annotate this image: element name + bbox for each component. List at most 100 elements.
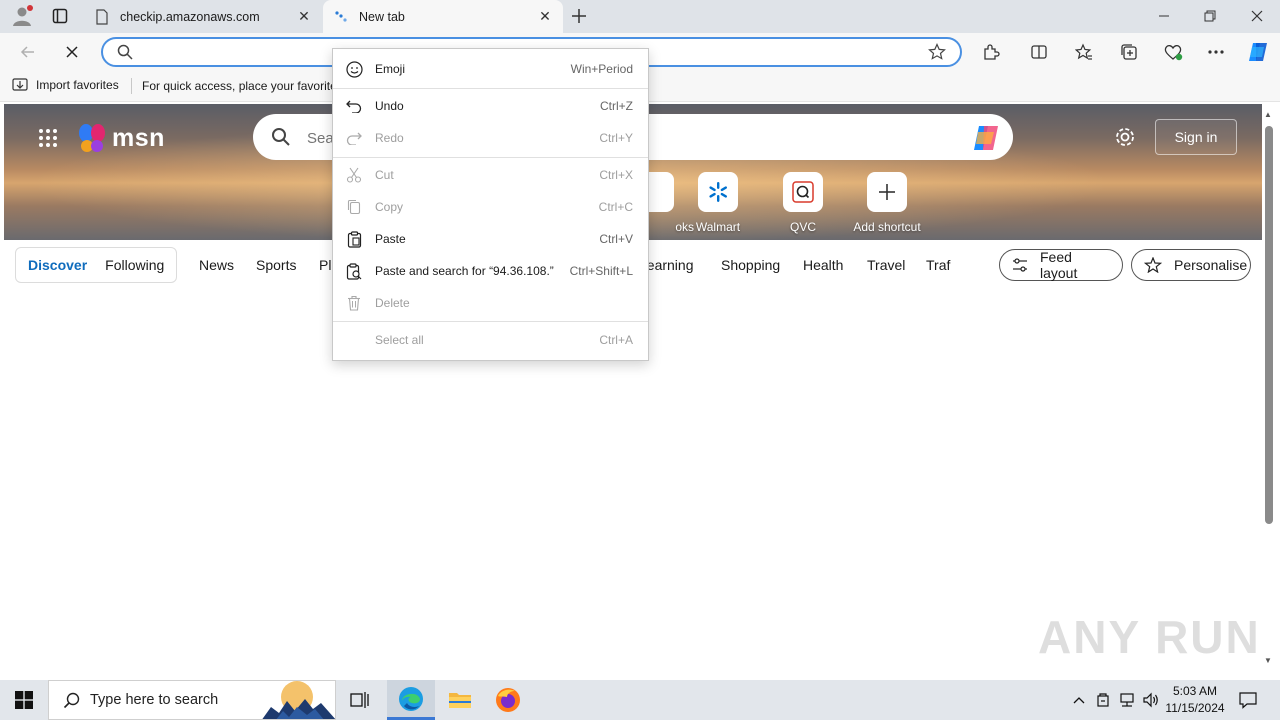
- search-icon: [271, 127, 291, 150]
- close-tab-icon[interactable]: ✕: [537, 8, 553, 25]
- category-news[interactable]: News: [199, 257, 234, 273]
- paste-icon: [345, 230, 363, 248]
- browser-essentials-icon[interactable]: [1158, 37, 1188, 67]
- folder-icon: [449, 693, 471, 708]
- taskbar-search-placeholder: Type here to search: [90, 692, 219, 708]
- favorites-icon[interactable]: [1069, 37, 1099, 67]
- tab-checkip[interactable]: checkip.amazonaws.com ✕: [84, 0, 322, 33]
- personalise-button[interactable]: Personalise: [1131, 249, 1251, 281]
- menu-item-emoji[interactable]: Emoji Win+Period: [333, 53, 648, 85]
- menu-item-undo[interactable]: Undo Ctrl+Z: [333, 90, 648, 122]
- sign-in-button[interactable]: Sign in: [1155, 119, 1237, 155]
- taskbar-firefox[interactable]: [484, 680, 532, 720]
- walmart-icon: [698, 172, 738, 212]
- split-screen-icon[interactable]: [1024, 37, 1054, 67]
- copilot-icon[interactable]: [971, 124, 1001, 152]
- search-icon: [63, 692, 80, 709]
- loading-icon: [333, 9, 349, 25]
- category-traffic[interactable]: Traf: [926, 257, 950, 273]
- paste-search-icon: [345, 262, 363, 280]
- page-scrollbar[interactable]: ▲ ▼: [1262, 104, 1276, 676]
- category-sports[interactable]: Sports: [256, 257, 296, 273]
- menu-item-label: Select all: [375, 333, 424, 347]
- shortcut-qvc[interactable]: QVC: [763, 172, 843, 234]
- settings-gear-icon[interactable]: [1114, 126, 1136, 151]
- menu-item-copy[interactable]: Copy Ctrl+C: [333, 191, 648, 223]
- menu-item-label: Delete: [375, 296, 410, 310]
- shortcut-add[interactable]: Add shortcut: [847, 172, 927, 234]
- firefox-icon: [496, 688, 520, 712]
- scroll-down-icon[interactable]: ▼: [1264, 656, 1272, 665]
- stop-loading-button[interactable]: [56, 36, 88, 68]
- anyrun-watermark: ANY RUN: [1038, 611, 1261, 663]
- favorite-star-icon[interactable]: [928, 43, 946, 64]
- close-window-button[interactable]: [1234, 0, 1280, 32]
- minimize-button[interactable]: [1141, 0, 1187, 32]
- scroll-up-icon[interactable]: ▲: [1264, 110, 1272, 119]
- category-health[interactable]: Health: [803, 257, 843, 273]
- shortcut-walmart[interactable]: Walmart: [678, 172, 758, 234]
- menu-item-label: Copy: [375, 200, 404, 214]
- msn-butterfly-icon: [79, 124, 105, 152]
- copy-icon: [345, 198, 363, 216]
- menu-item-delete[interactable]: Delete: [333, 287, 648, 319]
- category-shopping[interactable]: Shopping: [721, 257, 780, 273]
- collections-icon[interactable]: [1114, 37, 1144, 67]
- start-button[interactable]: [0, 680, 48, 720]
- close-tab-icon[interactable]: ✕: [296, 8, 312, 25]
- menu-separator: [333, 157, 648, 158]
- import-favorites-label: Import favorites: [36, 77, 119, 92]
- menu-item-select-all[interactable]: Select all Ctrl+A: [333, 324, 648, 356]
- tab-discover[interactable]: Discover: [16, 257, 99, 273]
- task-view-button[interactable]: [336, 680, 384, 720]
- volume-icon[interactable]: [1140, 680, 1162, 720]
- show-hidden-icons[interactable]: [1068, 680, 1090, 720]
- tab-title: checkip.amazonaws.com: [120, 9, 260, 24]
- app-launcher-icon[interactable]: [38, 128, 58, 148]
- menu-item-label: Redo: [375, 131, 404, 145]
- extensions-icon[interactable]: [976, 37, 1006, 67]
- edge-icon: [399, 686, 423, 711]
- context-menu: Emoji Win+Period Undo Ctrl+Z Redo Ctrl+Y…: [332, 48, 649, 361]
- profile-icon[interactable]: [9, 4, 35, 28]
- network-icon[interactable]: [1116, 680, 1138, 720]
- redo-icon: [345, 129, 363, 147]
- more-options-icon[interactable]: [1201, 37, 1231, 67]
- menu-item-cut[interactable]: Cut Ctrl+X: [333, 159, 648, 191]
- clock-time: 5:03 AM: [1172, 684, 1218, 698]
- menu-item-redo[interactable]: Redo Ctrl+Y: [333, 122, 648, 154]
- taskbar-clock[interactable]: 5:03 AM 11/15/2024: [1160, 683, 1230, 717]
- feed-layout-button[interactable]: Feed layout: [999, 249, 1123, 281]
- menu-item-label: Emoji: [375, 62, 406, 76]
- restore-button[interactable]: [1187, 0, 1233, 32]
- import-favorites-button[interactable]: Import favorites: [12, 77, 119, 92]
- copilot-icon[interactable]: [1243, 37, 1273, 67]
- tab-following[interactable]: Following: [99, 257, 170, 273]
- taskbar-file-explorer[interactable]: [436, 680, 484, 720]
- menu-item-shortcut: Win+Period: [570, 62, 633, 76]
- menu-item-paste-and-search[interactable]: Paste and search for “94.36.108.” Ctrl+S…: [333, 255, 648, 287]
- menu-item-shortcut: Ctrl+X: [599, 168, 633, 182]
- menu-item-label: Undo: [375, 99, 404, 113]
- back-button[interactable]: [12, 36, 44, 68]
- new-tab-button[interactable]: [566, 4, 592, 28]
- tab-actions-icon[interactable]: [47, 4, 73, 28]
- delete-icon: [345, 294, 363, 312]
- category-travel[interactable]: Travel: [867, 257, 905, 273]
- notifications-button[interactable]: [1234, 680, 1262, 720]
- feed-toggle: Discover Following: [15, 247, 177, 283]
- task-view-icon: [350, 692, 369, 708]
- shortcut-label: Add shortcut: [853, 220, 921, 234]
- menu-item-shortcut: Ctrl+Y: [599, 131, 633, 145]
- windows-logo-icon: [15, 691, 33, 709]
- feed-layout-label: Feed layout: [1040, 249, 1078, 281]
- security-tray-icon[interactable]: [1092, 680, 1114, 720]
- taskbar-search-box[interactable]: Type here to search: [48, 680, 336, 720]
- tab-new-tab[interactable]: New tab ✕: [323, 0, 563, 33]
- qvc-icon: [783, 172, 823, 212]
- menu-item-paste[interactable]: Paste Ctrl+V: [333, 223, 648, 255]
- sliders-icon: [1012, 258, 1028, 272]
- msn-logo[interactable]: msn: [76, 122, 165, 154]
- scroll-thumb[interactable]: [1265, 126, 1273, 524]
- taskbar-edge[interactable]: [387, 680, 435, 720]
